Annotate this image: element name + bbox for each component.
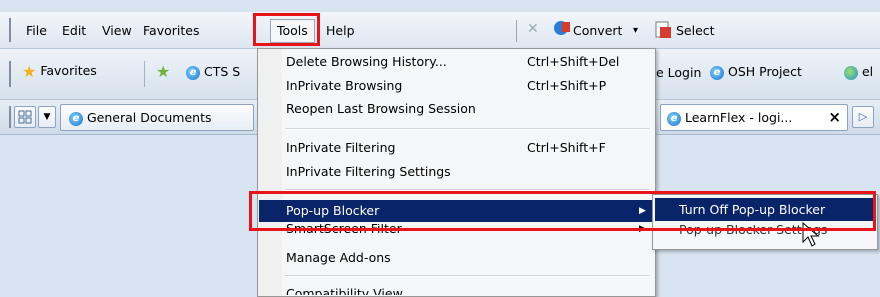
ie-page-icon: e (710, 65, 724, 80)
cts-link-label: CTS S (203, 64, 241, 79)
menu-item-label: SmartScreen Filter (286, 224, 402, 236)
menu-item-label: Compatibility View (286, 286, 403, 295)
menu-item-label: InPrivate Filtering (286, 140, 396, 155)
menu-item-turn-off-popup-blocker[interactable]: Turn Off Pop-up Blocker (655, 198, 873, 221)
tools-menu: Delete Browsing History... Ctrl+Shift+De… (257, 48, 656, 297)
globe-icon (844, 65, 858, 80)
favorites-label: Favorites (40, 63, 97, 78)
ie-page-icon: e (667, 111, 681, 126)
add-to-favorites-icon[interactable]: ★ (156, 62, 170, 81)
menu-separator (285, 128, 649, 130)
osh-project-link[interactable]: e OSH Project (710, 64, 802, 80)
menu-item-label: Manage Add-ons (286, 250, 391, 265)
menu-item-manage-addons[interactable]: Manage Add-ons (259, 247, 654, 269)
favbar-grip (9, 61, 11, 87)
quick-tabs-button[interactable] (14, 106, 36, 128)
submenu-arrow-icon: ▶ (639, 206, 646, 216)
select-pdf-icon (654, 21, 672, 39)
toolbar-separator (516, 20, 517, 42)
menu-item-reopen-last-session[interactable]: Reopen Last Browsing Session (259, 98, 654, 120)
menu-separator (285, 275, 649, 277)
select-button[interactable]: Select (676, 21, 715, 41)
cts-link[interactable]: e CTS S (186, 64, 240, 80)
tabbar-grip (9, 106, 11, 128)
menu-bar: File Edit View Favorites Tools Help ✕ Co… (0, 12, 880, 49)
toolbar-grip (9, 18, 11, 42)
menu-item-inprivate-browsing[interactable]: InPrivate Browsing Ctrl+Shift+P (259, 75, 654, 97)
menu-item-popup-blocker-settings[interactable]: Pop-up Blocker Settings (655, 225, 873, 239)
menu-item-compatibility-view[interactable]: Compatibility View (259, 283, 654, 295)
menu-item-label: Turn Off Pop-up Blocker (679, 202, 826, 217)
menu-item-shortcut: Ctrl+Shift+Del (527, 54, 620, 69)
new-tab-icon[interactable]: ▷ (852, 106, 874, 128)
menu-help[interactable]: Help (326, 21, 355, 41)
menu-item-label: Delete Browsing History... (286, 54, 447, 69)
tab-list-chevron-down-icon[interactable]: ▼ (38, 106, 56, 128)
quick-tabs-grid-icon (18, 110, 32, 124)
osh-project-label: OSH Project (727, 64, 802, 79)
favorites-star-icon: ★ (22, 62, 37, 81)
submenu-arrow-icon: ▶ (639, 224, 646, 234)
popup-blocker-submenu: Turn Off Pop-up Blocker Pop-up Blocker S… (652, 194, 878, 250)
close-x-icon[interactable]: ✕ (527, 21, 539, 37)
menu-separator (285, 189, 649, 191)
menu-item-popup-blocker[interactable]: Pop-up Blocker ▶ (259, 200, 654, 222)
menu-item-label: InPrivate Browsing (286, 78, 403, 93)
menu-item-label: Reopen Last Browsing Session (286, 101, 476, 116)
favorites-button[interactable]: ★ Favorites (22, 62, 97, 81)
menu-item-shortcut: Ctrl+Shift+F (527, 140, 606, 155)
ie-page-icon: e (69, 111, 83, 126)
menu-item-inprivate-filtering[interactable]: InPrivate Filtering Ctrl+Shift+F (259, 137, 654, 159)
tab-general-documents-label: General Documents (86, 110, 212, 125)
menu-item-inprivate-filtering-settings[interactable]: InPrivate Filtering Settings (259, 161, 654, 183)
menu-item-label: Pop-up Blocker (286, 203, 380, 218)
menu-item-label: InPrivate Filtering Settings (286, 164, 451, 179)
trailing-link-label: el (861, 64, 874, 79)
menu-file[interactable]: File (26, 21, 47, 41)
menu-view[interactable]: View (102, 21, 132, 41)
convert-pdf-icon (553, 20, 571, 36)
tab-learnflex[interactable]: e LearnFlex - logi... × (660, 104, 848, 131)
tab-learnflex-label: LearnFlex - logi... (684, 110, 793, 125)
convert-dropdown-chevron-icon[interactable]: ▾ (633, 21, 638, 41)
menu-favorites[interactable]: Favorites (143, 21, 199, 41)
close-tab-icon[interactable]: × (828, 105, 841, 130)
menu-item-shortcut: Ctrl+Shift+P (527, 78, 607, 93)
mouse-cursor-icon (802, 222, 820, 247)
tab-general-documents[interactable]: e General Documents (60, 104, 254, 131)
menu-tools[interactable]: Tools (270, 19, 315, 43)
menu-edit[interactable]: Edit (62, 21, 86, 41)
login-link[interactable]: e Login (656, 65, 701, 80)
menu-item-delete-browsing-history[interactable]: Delete Browsing History... Ctrl+Shift+De… (259, 51, 654, 73)
convert-button[interactable]: Convert (573, 21, 622, 41)
trailing-link[interactable]: el (844, 64, 873, 80)
favbar-separator (144, 61, 145, 87)
menu-item-smartscreen-filter[interactable]: SmartScreen Filter ▶ (259, 224, 654, 238)
ie-page-icon: e (186, 65, 200, 80)
